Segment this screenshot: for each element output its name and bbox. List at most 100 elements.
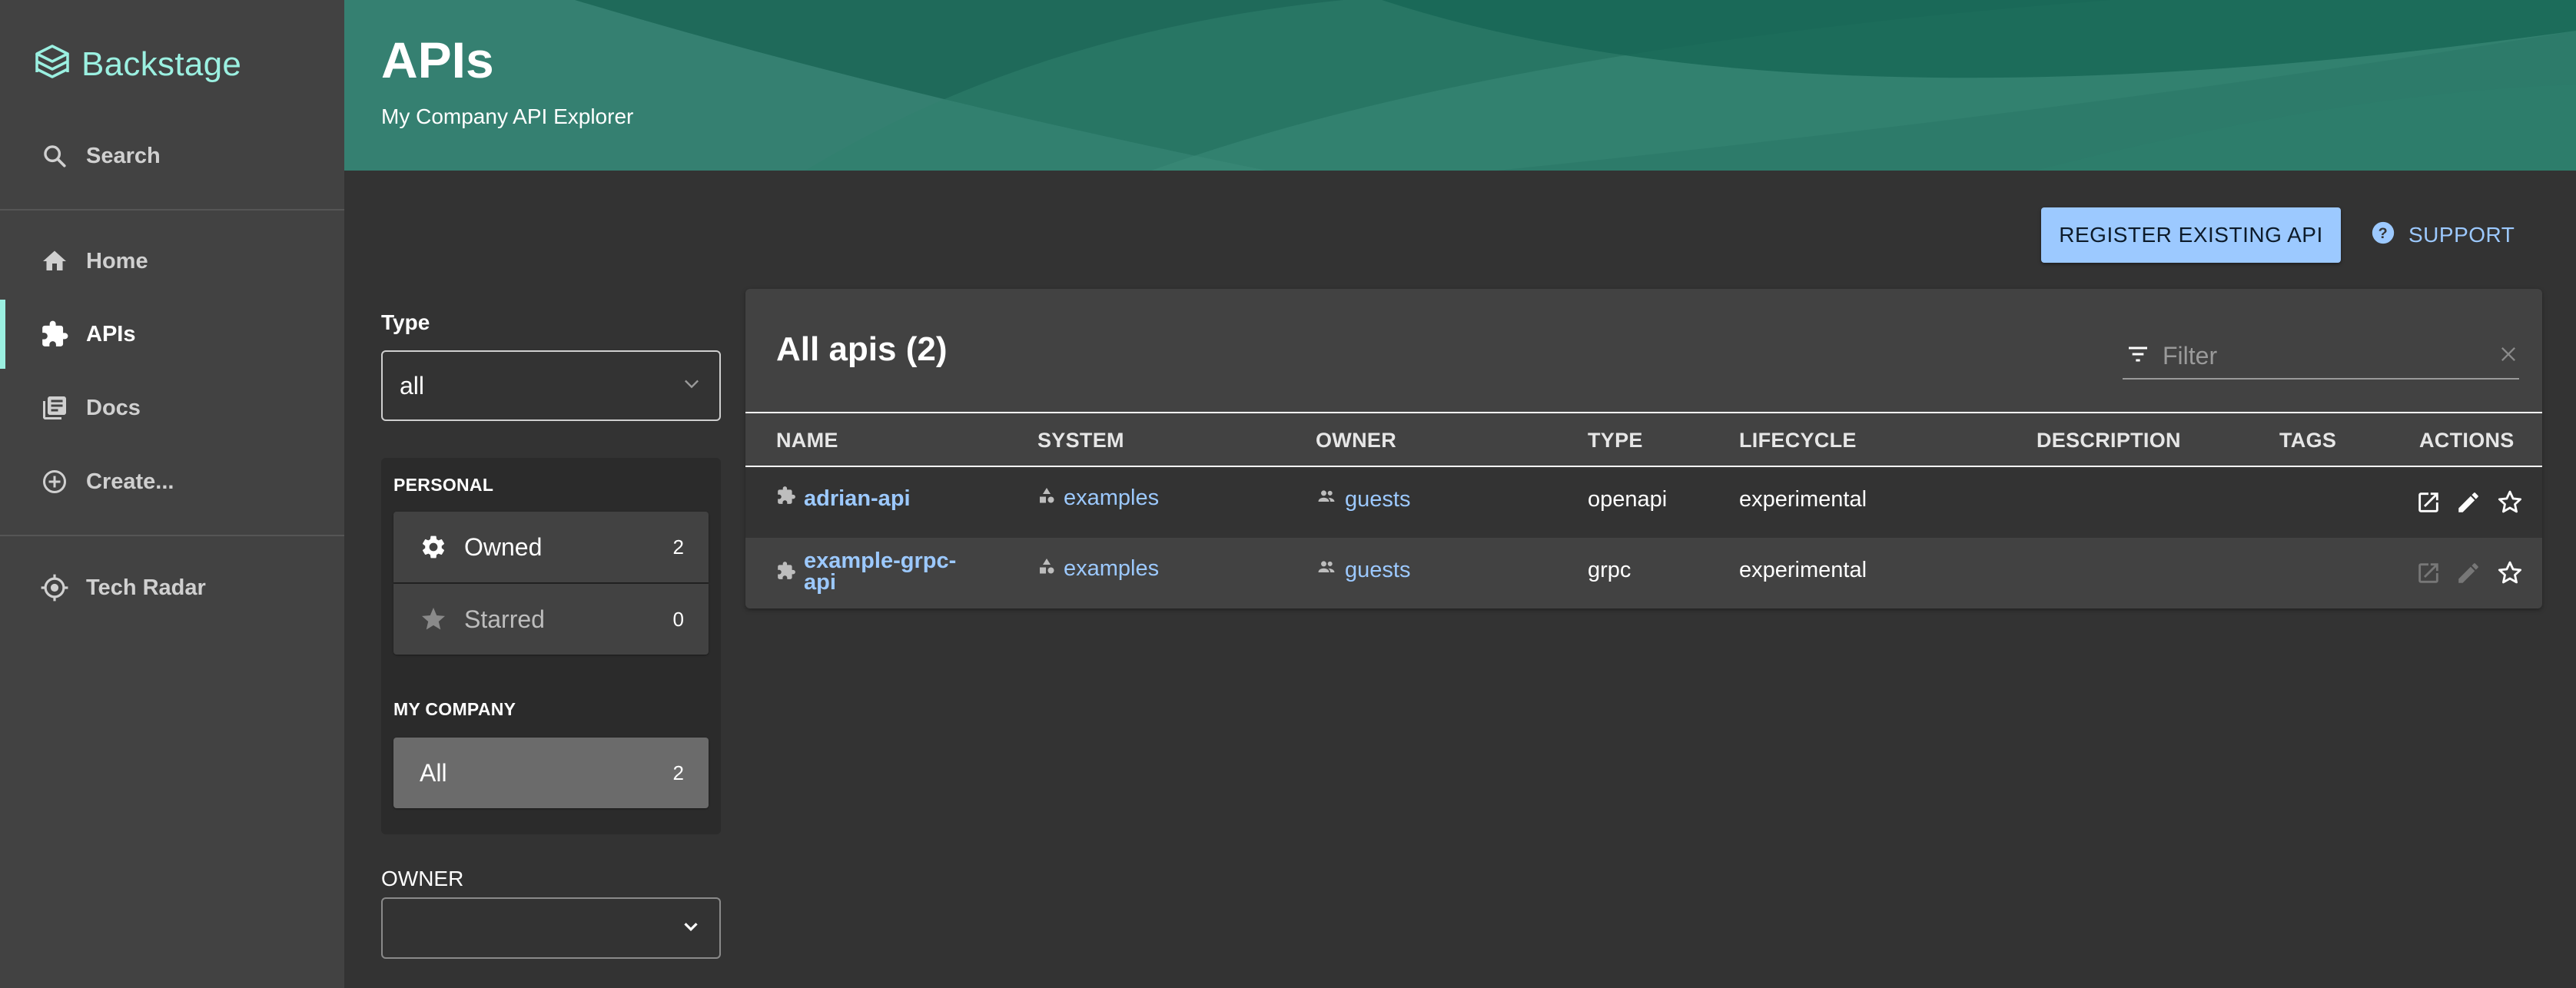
filter-owned[interactable]: Owned 2 — [393, 512, 709, 582]
sidebar-item-search[interactable]: Search — [0, 121, 344, 191]
my-company-group-label: MY COMPANY — [393, 699, 516, 719]
filter-input[interactable] — [2163, 341, 2485, 370]
support-label: SUPPORT — [2408, 223, 2515, 247]
filter-starred-label: Starred — [464, 605, 545, 633]
open-in-new-icon[interactable] — [2412, 486, 2445, 519]
column-header-description[interactable]: DESCRIPTION — [2037, 429, 2181, 453]
owner-cell: guests — [1316, 486, 1410, 513]
open-in-new-icon[interactable] — [2412, 556, 2445, 590]
sidebar-item-home[interactable]: Home — [0, 227, 344, 296]
search-icon — [40, 141, 69, 171]
header-wave-background — [344, 0, 2576, 171]
system-cell: examples — [1037, 556, 1159, 582]
system-cell: examples — [1037, 486, 1159, 511]
support-button[interactable]: ? SUPPORT — [2370, 207, 2515, 263]
sidebar-item-label: Docs — [86, 395, 141, 420]
owner-link[interactable]: guests — [1345, 558, 1410, 583]
star-outline-icon[interactable] — [2493, 486, 2527, 519]
filter-all-label: All — [420, 758, 447, 787]
page-title: APIs — [381, 31, 494, 88]
api-name-line-2: api — [804, 570, 836, 595]
filter-owned-label: Owned — [464, 532, 543, 561]
table-row: adrian-api examples guests openapi exper… — [745, 467, 2542, 538]
home-icon — [40, 247, 69, 276]
register-existing-api-button[interactable]: REGISTER EXISTING API — [2041, 207, 2341, 263]
add-circle-icon — [40, 467, 69, 496]
star-icon — [420, 605, 450, 633]
chevron-down-icon — [681, 372, 702, 400]
page-subtitle: My Company API Explorer — [381, 104, 634, 128]
sidebar-item-apis[interactable]: APIs — [0, 300, 344, 369]
api-name-cell: adrian-api — [776, 486, 911, 512]
category-icon — [1037, 486, 1056, 511]
library-icon — [40, 393, 69, 423]
category-icon — [1037, 556, 1056, 582]
column-header-name[interactable]: NAME — [776, 429, 838, 453]
gear-icon — [420, 533, 450, 561]
edit-icon[interactable] — [2452, 556, 2485, 590]
sidebar: Backstage Search Home APIs Docs Create..… — [0, 0, 344, 988]
lifecycle-cell: experimental — [1739, 487, 1867, 512]
type-cell: grpc — [1588, 558, 1632, 582]
column-header-tags[interactable]: TAGS — [2279, 429, 2336, 453]
group-icon — [1316, 556, 1337, 584]
star-outline-icon[interactable] — [2493, 556, 2527, 590]
type-select[interactable]: all — [381, 350, 721, 421]
type-cell: openapi — [1588, 487, 1668, 512]
owner-select[interactable] — [381, 897, 721, 959]
filter-starred-count: 0 — [672, 607, 684, 631]
help-icon: ? — [2370, 220, 2396, 251]
api-name-cell: example-grpc-api — [776, 550, 956, 595]
sidebar-item-docs[interactable]: Docs — [0, 373, 344, 443]
sidebar-item-label: Home — [86, 248, 148, 274]
clear-icon[interactable] — [2498, 343, 2519, 369]
sidebar-item-label: Create... — [86, 469, 174, 494]
sidebar-item-tech-radar[interactable]: Tech Radar — [0, 553, 344, 622]
filter-owned-count: 2 — [672, 535, 684, 559]
table-row: example-grpc-api examples guests grpc ex… — [745, 538, 2542, 608]
backstage-logo-icon — [34, 41, 71, 88]
column-header-lifecycle[interactable]: LIFECYCLE — [1739, 429, 1857, 453]
sidebar-divider — [0, 535, 344, 536]
group-icon — [1316, 486, 1337, 513]
filter-starred[interactable]: Starred 0 — [393, 584, 709, 655]
radar-icon — [40, 573, 69, 602]
backstage-logo[interactable]: Backstage — [34, 40, 241, 89]
column-header-owner[interactable]: OWNER — [1316, 429, 1396, 453]
sidebar-item-label: Tech Radar — [86, 575, 206, 600]
column-header-type[interactable]: TYPE — [1588, 429, 1643, 453]
type-select-value: all — [400, 371, 425, 400]
filter-list-icon — [2126, 342, 2150, 370]
api-name-link[interactable]: example-grpc-api — [804, 550, 956, 595]
user-list-picker: PERSONAL Owned 2 Starred 0 MY COMPANY Al… — [381, 458, 721, 834]
page-header: APIs My Company API Explorer — [344, 0, 2576, 171]
owner-cell: guests — [1316, 556, 1410, 584]
sidebar-item-label: Search — [86, 143, 161, 168]
puzzle-icon — [40, 320, 69, 349]
owner-filter-label: OWNER — [381, 867, 464, 890]
table-header-row: NAME SYSTEM OWNER TYPE LIFECYCLE DESCRIP… — [745, 412, 2542, 467]
sidebar-divider — [0, 209, 344, 211]
chevron-down-icon — [679, 915, 702, 942]
filter-all[interactable]: All 2 — [393, 738, 709, 808]
sidebar-item-create[interactable]: Create... — [0, 447, 344, 516]
type-filter-label: Type — [381, 310, 430, 334]
personal-group-label: PERSONAL — [393, 475, 494, 495]
column-header-actions: ACTIONS — [2419, 429, 2515, 452]
filter-all-count: 2 — [672, 761, 684, 784]
api-component-icon — [776, 486, 796, 512]
table-filter[interactable] — [2123, 333, 2519, 380]
svg-text:?: ? — [2378, 225, 2388, 242]
system-link[interactable]: examples — [1064, 556, 1159, 582]
api-table: All apis (2) NAME SYSTEM OWNER TYPE LIFE… — [745, 289, 2542, 608]
api-component-icon — [776, 561, 796, 593]
table-title: All apis (2) — [776, 330, 948, 368]
edit-icon[interactable] — [2452, 486, 2485, 519]
sidebar-item-label: APIs — [86, 321, 136, 346]
column-header-system[interactable]: SYSTEM — [1037, 429, 1124, 453]
owner-link[interactable]: guests — [1345, 487, 1410, 512]
api-name-link[interactable]: adrian-api — [804, 486, 911, 512]
system-link[interactable]: examples — [1064, 486, 1159, 511]
lifecycle-cell: experimental — [1739, 558, 1867, 582]
app-name: Backstage — [81, 45, 242, 83]
